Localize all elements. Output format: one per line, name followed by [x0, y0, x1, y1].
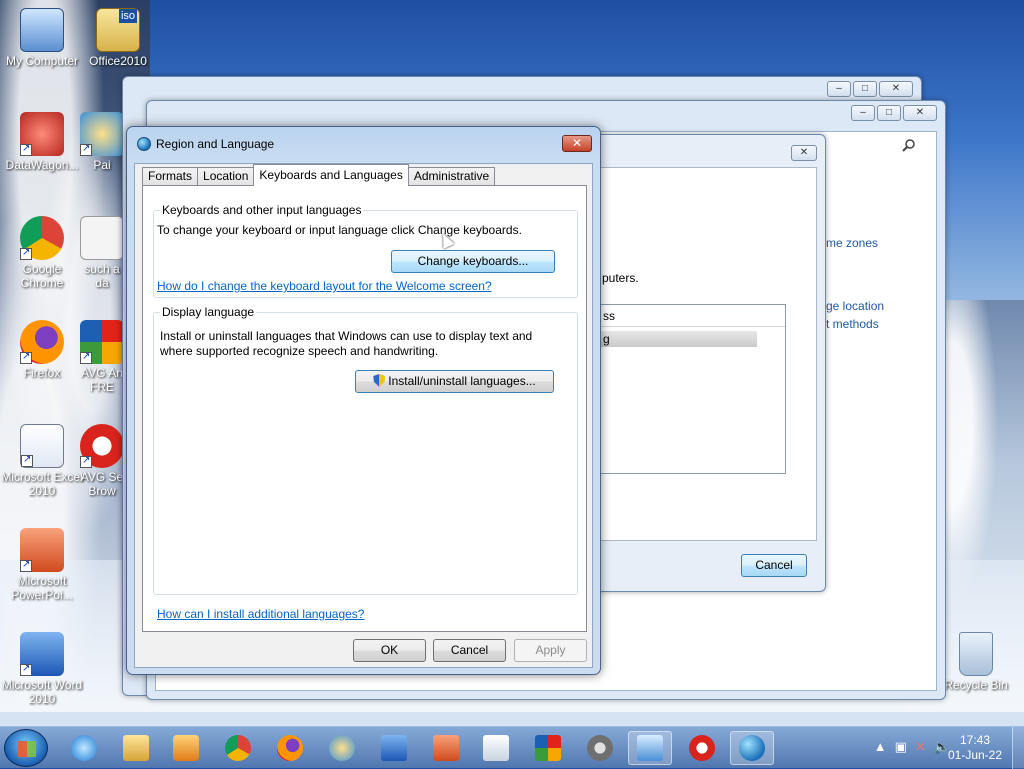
close-button[interactable]: ✕ [879, 81, 913, 97]
explorer-icon[interactable] [114, 731, 158, 765]
solitaire-icon[interactable] [474, 731, 518, 765]
tab-panel: Keyboards and other input languages To c… [142, 185, 587, 632]
desktop-icon-datawagon[interactable]: DataWagon... [0, 112, 84, 172]
ok-button[interactable]: OK [353, 639, 426, 662]
close-button[interactable]: ✕ [562, 135, 592, 152]
control-panel-icon[interactable] [628, 731, 672, 765]
clock[interactable]: 17:43 01-Jun-22 [946, 733, 1004, 763]
chrome-icon[interactable] [216, 731, 260, 765]
close-button[interactable]: ✕ [791, 145, 817, 161]
ie-icon[interactable] [62, 731, 106, 765]
region-language-dialog[interactable]: Region and Language ✕ Formats Location K… [126, 126, 601, 675]
shortcut-arrow-icon [20, 350, 32, 364]
desktop-icon-word[interactable]: Microsoft Word 2010 [0, 632, 84, 706]
display-language-group: Display language Install or uninstall la… [153, 305, 578, 595]
powerpoint-icon [20, 528, 64, 572]
word-icon[interactable] [372, 731, 416, 765]
install-uninstall-languages-button[interactable]: Install/uninstall languages... [355, 370, 554, 393]
avg-browser-icon [80, 424, 124, 468]
paint-icon [80, 112, 124, 156]
minimize-button[interactable]: – [827, 81, 851, 97]
show-hidden-icons-icon[interactable]: ▲ [874, 739, 887, 755]
settings-gear-icon[interactable] [578, 731, 622, 765]
desktop-icon-avg-antivirus[interactable]: AVG An FRE [80, 320, 124, 394]
cancel-button[interactable]: Cancel [433, 639, 506, 662]
region-globe-icon[interactable] [730, 731, 774, 765]
shortcut-arrow-icon [21, 453, 33, 467]
shortcut-arrow-icon [20, 246, 32, 260]
avg-icon[interactable] [526, 731, 570, 765]
dialog-title-bar: Region and Language [137, 137, 274, 151]
maximize-button[interactable]: □ [853, 81, 877, 97]
system-tray: ▲ ▣ ✕ 🔈 [874, 739, 950, 755]
shortcut-arrow-icon [20, 142, 32, 156]
desktop-icon-excel[interactable]: Microsoft Excel 2010 [0, 424, 84, 498]
install-additional-languages-link[interactable]: How can I install additional languages? [157, 607, 364, 621]
action-center-icon[interactable]: ✕ [915, 739, 926, 755]
tab-administrative[interactable]: Administrative [407, 167, 496, 186]
avg-browser-icon[interactable] [680, 731, 724, 765]
welcome-screen-keyboard-link[interactable]: How do I change the keyboard layout for … [157, 279, 492, 293]
desktop-icon-my-computer[interactable]: My Computer [0, 8, 84, 68]
cancel-button[interactable]: Cancel [741, 554, 807, 577]
iso-icon: iso [96, 8, 140, 52]
recycle-bin-icon [959, 632, 993, 676]
excel-icon [20, 424, 64, 468]
shortcut-arrow-icon [80, 142, 92, 156]
firefox-icon [20, 320, 64, 364]
tab-strip: Formats Location Keyboards and Languages… [142, 164, 496, 186]
desktop-icon-paint[interactable]: Pai [80, 112, 124, 172]
desktop-icon-office2010[interactable]: iso Office2010 [76, 8, 160, 68]
maximize-button[interactable]: □ [877, 105, 901, 121]
desktop-icon-firefox[interactable]: Firefox [0, 320, 84, 380]
globe-icon [137, 137, 151, 151]
tab-formats[interactable]: Formats [142, 167, 199, 186]
desktop-icon-avg-browser[interactable]: AVG Se Brow [80, 424, 124, 498]
desktop-icon-powerpoint[interactable]: Microsoft PowerPoi... [0, 528, 84, 602]
tab-location[interactable]: Location [197, 167, 255, 186]
keyboards-group: Keyboards and other input languages To c… [153, 203, 578, 298]
show-desktop-button[interactable] [1012, 727, 1024, 769]
avg-icon [80, 320, 124, 364]
link-location[interactable]: ge location [826, 299, 884, 313]
firefox-icon[interactable] [268, 731, 312, 765]
search-icon[interactable] [902, 138, 932, 156]
paint-icon[interactable] [320, 731, 364, 765]
close-button[interactable]: ✕ [903, 105, 937, 121]
shortcut-arrow-icon [20, 558, 32, 572]
network-icon[interactable]: ▣ [895, 739, 907, 755]
shortcut-arrow-icon [80, 454, 92, 468]
list-header: ss [595, 305, 785, 327]
desktop-icon-recycle-bin[interactable]: Recycle Bin [934, 632, 1018, 692]
tab-keyboards-and-languages[interactable]: Keyboards and Languages [253, 164, 409, 186]
list-item[interactable]: g [595, 331, 757, 347]
media-player-icon[interactable] [164, 731, 208, 765]
computer-icon [20, 8, 64, 52]
apply-button[interactable]: Apply [514, 639, 587, 662]
desktop-icon-document[interactable]: such a da [80, 216, 124, 290]
powerpoint-icon[interactable] [424, 731, 468, 765]
link-time-zones[interactable]: me zones [826, 236, 878, 250]
shortcut-arrow-icon [20, 662, 32, 676]
document-icon [80, 216, 124, 260]
minimize-button[interactable]: – [851, 105, 875, 121]
taskbar: ▲ ▣ ✕ 🔈 17:43 01-Jun-22 [0, 726, 1024, 769]
start-button[interactable] [4, 729, 48, 767]
chrome-icon [20, 216, 64, 260]
link-input-methods[interactable]: t methods [826, 317, 879, 331]
desktop-icon-google-chrome[interactable]: Google Chrome [0, 216, 84, 290]
shortcut-arrow-icon [80, 350, 92, 364]
change-keyboards-button[interactable]: Change keyboards... [391, 250, 555, 273]
dialog-client: Formats Location Keyboards and Languages… [134, 163, 593, 668]
language-list[interactable]: ss g [594, 304, 786, 474]
datawagon-icon [20, 112, 64, 156]
uac-shield-icon [373, 374, 386, 387]
word-icon [20, 632, 64, 676]
